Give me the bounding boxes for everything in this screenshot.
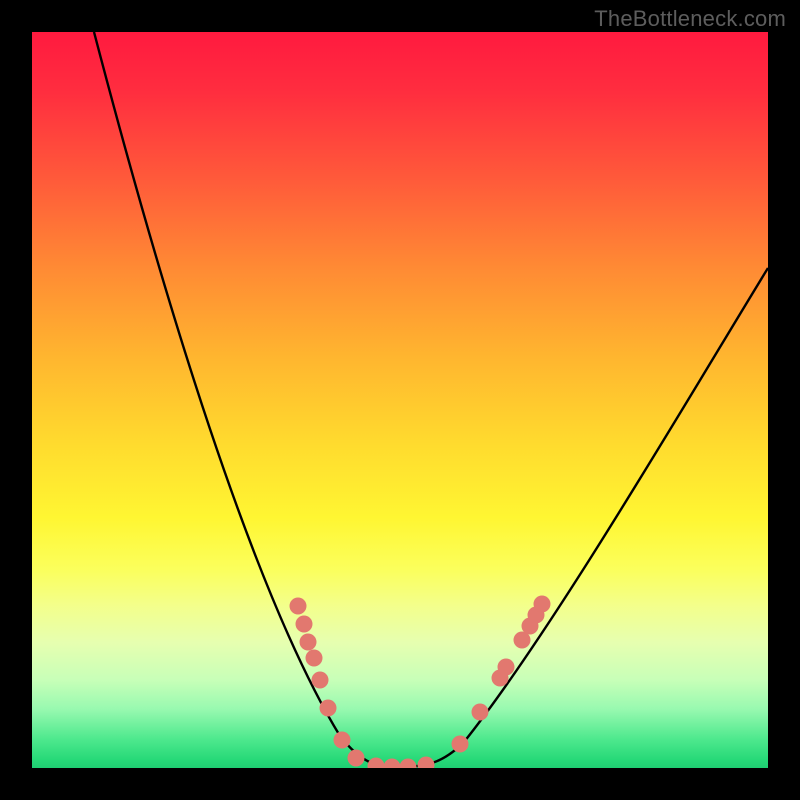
curve-marker xyxy=(368,758,385,769)
curve-marker xyxy=(348,750,365,767)
curve-marker xyxy=(320,700,337,717)
curve-marker xyxy=(534,596,551,613)
curve-marker xyxy=(296,616,313,633)
curve-marker xyxy=(334,732,351,749)
watermark-text: TheBottleneck.com xyxy=(594,6,786,32)
curve-marker xyxy=(384,759,401,769)
curve-marker xyxy=(312,672,329,689)
curve-marker xyxy=(498,659,515,676)
curve-marker xyxy=(290,598,307,615)
curve-marker xyxy=(400,759,417,769)
curve-layer xyxy=(32,32,768,768)
curve-marker xyxy=(472,704,489,721)
curve-marker xyxy=(418,757,435,769)
chart-frame: TheBottleneck.com xyxy=(0,0,800,800)
curve-marker xyxy=(306,650,323,667)
curve-marker xyxy=(300,634,317,651)
bottleneck-curve xyxy=(94,32,768,767)
plot-area xyxy=(32,32,768,768)
marker-group xyxy=(290,596,551,769)
curve-marker xyxy=(452,736,469,753)
